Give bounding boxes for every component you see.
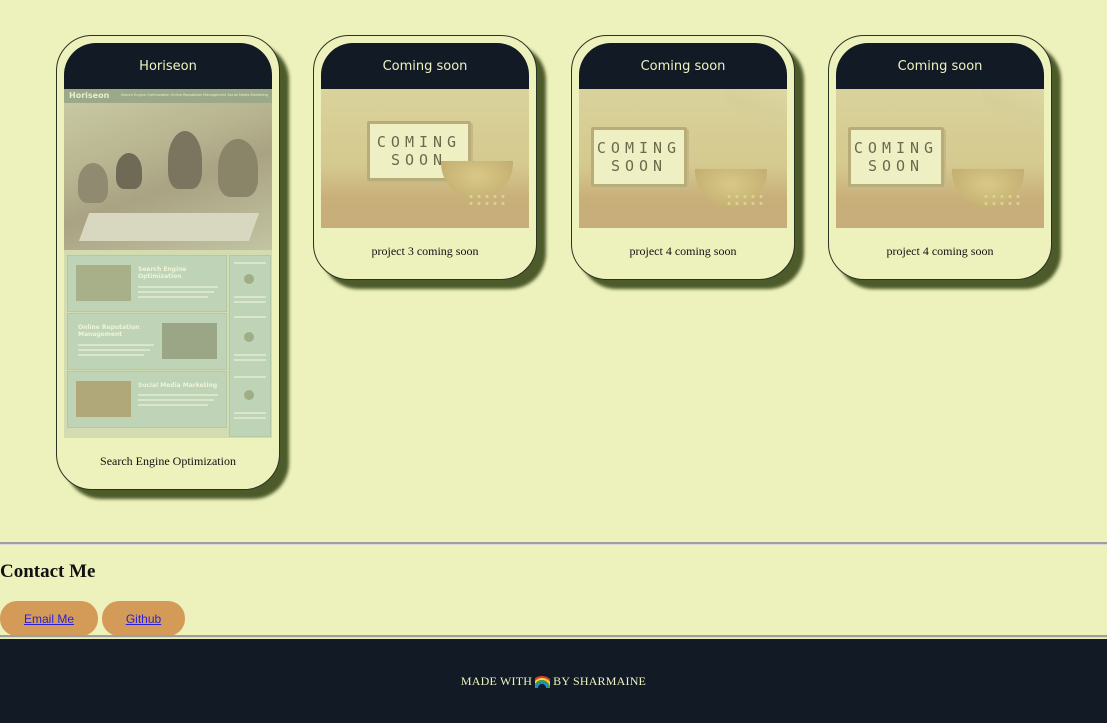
github-button[interactable]: Github	[102, 601, 185, 636]
project-card-4-duplicate[interactable]: Coming soon COMING SOON project 4 coming…	[828, 35, 1052, 280]
project-card-caption: Search Engine Optimization	[100, 454, 236, 468]
coming-soon-image[interactable]: COMING SOON	[579, 89, 787, 228]
footer-text-after: BY SHARMAINE	[553, 673, 647, 688]
project-card-4[interactable]: Coming soon COMING SOON project 4 coming…	[571, 35, 795, 280]
projects-section: Horiseon Horiseon Search Engine Optimiza…	[0, 0, 1107, 540]
screenshot-service-orm: Online Reputation Management	[67, 313, 227, 370]
divider	[0, 542, 1107, 545]
project-card-title: Coming soon	[579, 43, 787, 89]
coming-soon-sign: COMING SOON	[848, 127, 944, 187]
footer: MADE WITH BY SHARMAINE	[0, 639, 1107, 723]
screenshot-nav: Search Engine Optimization Online Reputa…	[120, 93, 268, 97]
coming-soon-image[interactable]: COMING SOON	[321, 89, 529, 228]
screenshot-service-seo: Search Engine Optimization	[67, 255, 227, 312]
screenshot-header: Horiseon Search Engine Optimization Onli…	[64, 89, 272, 103]
rainbow-icon	[535, 675, 551, 688]
screenshot-logo: Horiseon	[69, 91, 110, 100]
screenshot-sidebar	[229, 255, 271, 437]
project-card-3[interactable]: Coming soon COMING SOON project 3 coming…	[313, 35, 537, 280]
project-screenshot[interactable]: Horiseon Search Engine Optimization Onli…	[64, 89, 272, 438]
screenshot-service-smm: Social Media Marketing	[67, 371, 227, 428]
screenshot-hero-image	[64, 103, 272, 250]
project-card-caption: project 4 coming soon	[886, 244, 994, 258]
project-card-title: Coming soon	[836, 43, 1044, 89]
contact-heading: Contact Me	[0, 561, 96, 582]
project-card-title: Coming soon	[321, 43, 529, 89]
coming-soon-image[interactable]: COMING SOON	[836, 89, 1044, 228]
project-card-caption: project 4 coming soon	[629, 244, 737, 258]
coming-soon-sign: COMING SOON	[591, 127, 687, 187]
project-card-title: Horiseon	[64, 43, 272, 89]
email-me-button[interactable]: Email Me	[0, 601, 98, 636]
project-card-caption: project 3 coming soon	[371, 244, 479, 258]
divider	[0, 635, 1107, 638]
footer-text-before: MADE WITH	[460, 673, 533, 688]
project-card-horiseon[interactable]: Horiseon Horiseon Search Engine Optimiza…	[56, 35, 280, 490]
